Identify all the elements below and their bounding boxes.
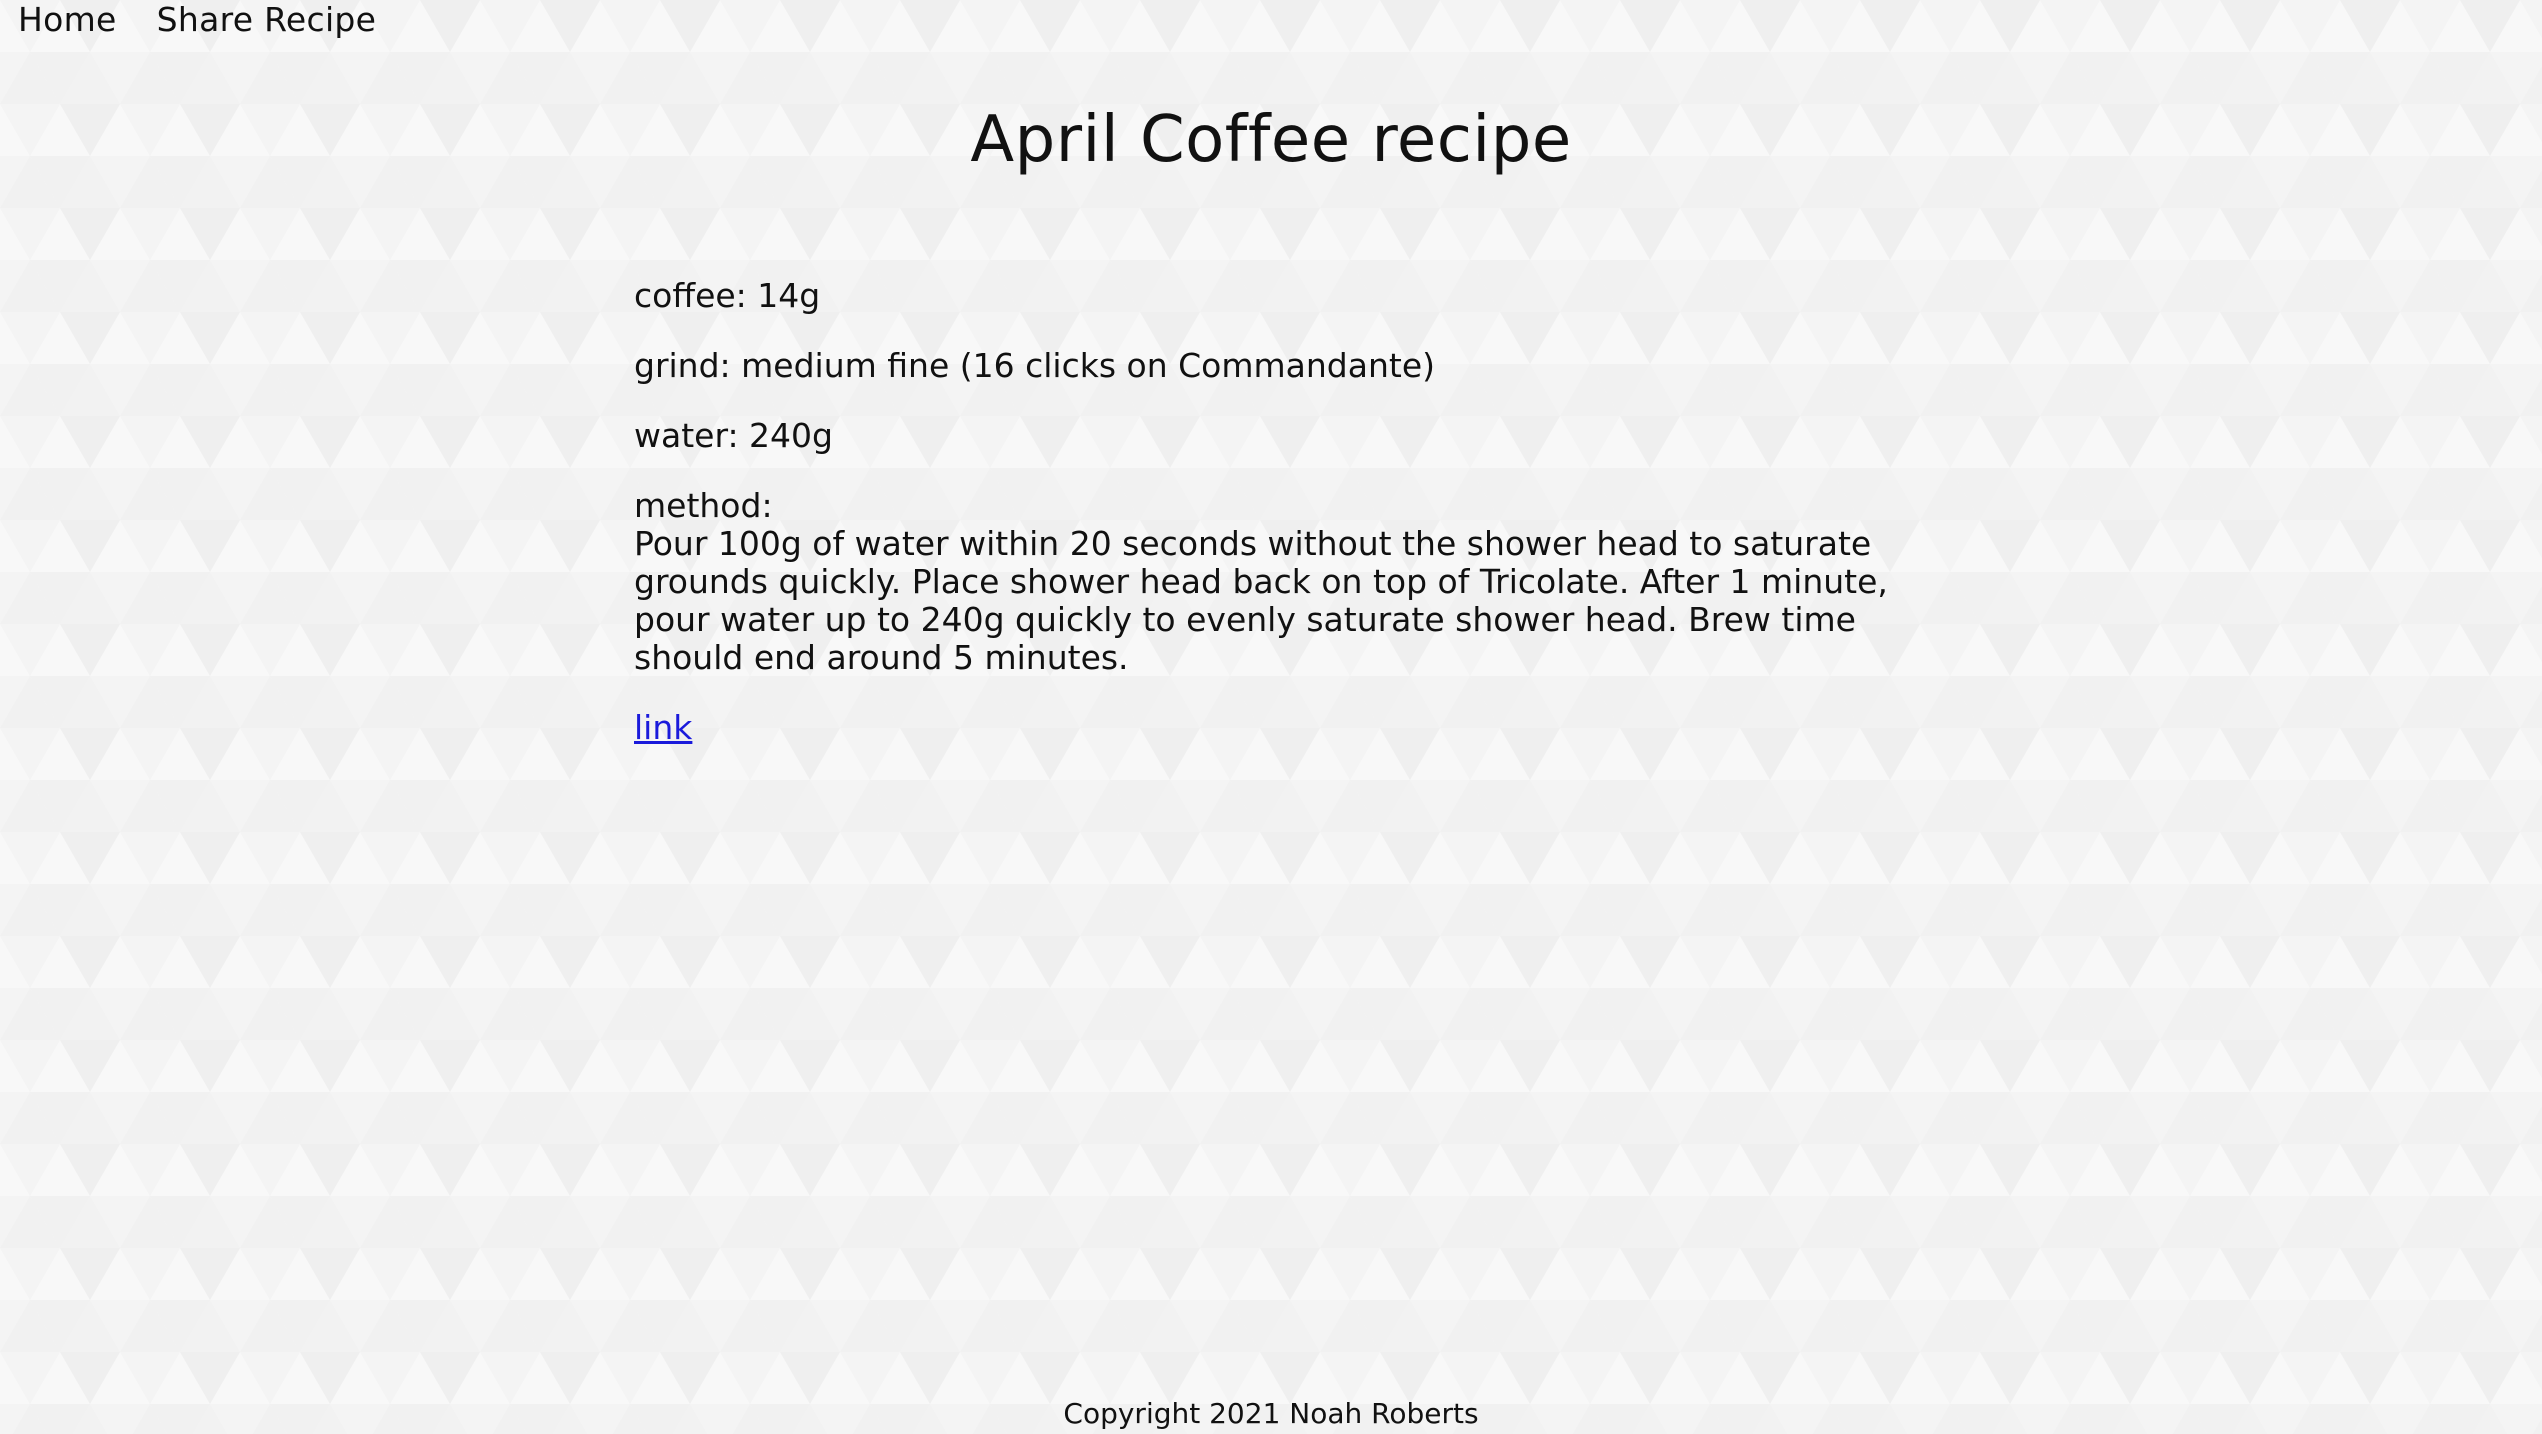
top-nav: Home Share Recipe — [18, 0, 376, 40]
recipe-link-row: link — [634, 709, 1894, 747]
nav-home-link[interactable]: Home — [18, 0, 117, 40]
nav-share-recipe-link[interactable]: Share Recipe — [157, 0, 377, 40]
recipe-source-link[interactable]: link — [634, 708, 692, 747]
recipe-coffee: coffee: 14g — [634, 276, 821, 315]
method-label: method: — [634, 486, 773, 525]
page-title: April Coffee recipe — [970, 103, 1572, 177]
recipe-grind: grind: medium fine (16 clicks on Command… — [634, 346, 1435, 385]
page: Home Share Recipe April Coffee recipe co… — [0, 0, 2542, 1434]
footer-copyright: Copyright 2021 Noah Roberts — [1063, 1397, 1479, 1430]
recipe-water: water: 240g — [634, 416, 833, 455]
method-text: Pour 100g of water within 20 seconds wit… — [634, 524, 1888, 677]
recipe-details: coffee: 14g grind: medium fine (16 click… — [634, 277, 1894, 779]
recipe-method: method: Pour 100g of water within 20 sec… — [634, 487, 1894, 677]
